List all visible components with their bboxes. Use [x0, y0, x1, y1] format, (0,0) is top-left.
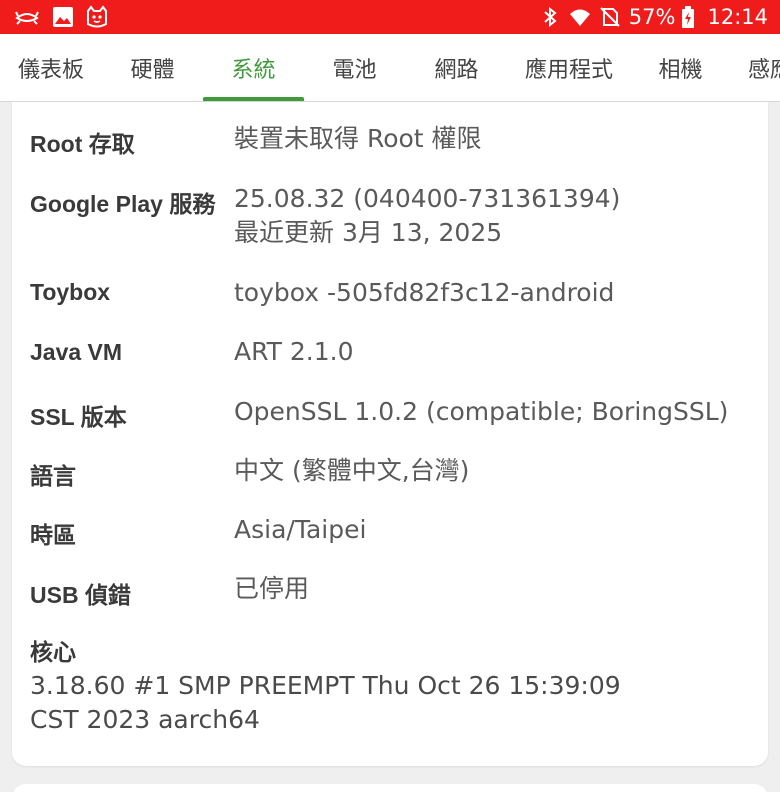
toybox-label: Toybox [30, 279, 111, 305]
tab-hardware[interactable]: 硬體 [102, 34, 203, 101]
cat-app-icon [87, 5, 107, 28]
language-value: 中文 (繁體中文,台灣) [234, 456, 470, 485]
clock: 12:14 [707, 5, 768, 29]
crab-app-icon [15, 11, 39, 25]
root-access-value: 裝置未取得 Root 權限 [234, 124, 482, 153]
java-vm-value: ART 2.1.0 [234, 337, 354, 366]
kernel-label: 核心 [30, 639, 76, 665]
tab-sensors[interactable]: 感應器 [748, 34, 780, 101]
play-services-version: 25.08.32 (040400-731361394) [234, 184, 621, 213]
bluetooth-icon [544, 6, 557, 28]
battery-charging-icon [682, 6, 695, 28]
tab-camera[interactable]: 相機 [630, 34, 731, 101]
language-label: 語言 [30, 463, 76, 489]
tab-bar: 儀表板 硬體 系統 電池 網路 應用程式 相機 感應器 [0, 34, 780, 102]
java-vm-label: Java VM [30, 339, 123, 365]
tab-network[interactable]: 網路 [405, 34, 508, 101]
active-tab-indicator [203, 97, 304, 101]
usb-debug-label: USB 偵錯 [30, 582, 131, 608]
tab-dashboard[interactable]: 儀表板 [0, 34, 102, 101]
kernel-value-line2: CST 2023 aarch64 [30, 705, 260, 734]
timezone-label: 時區 [30, 522, 76, 548]
play-services-updated: 最近更新 3月 13, 2025 [234, 218, 503, 247]
ssl-version-label: SSL 版本 [30, 404, 127, 430]
usb-debug-value: 已停用 [234, 574, 310, 603]
tab-system[interactable]: 系統 [203, 34, 304, 101]
tab-apps[interactable]: 應用程式 [508, 34, 630, 101]
timezone-value: Asia/Taipei [234, 515, 367, 544]
kernel-value-line1: 3.18.60 #1 SMP PREEMPT Thu Oct 26 15:39:… [30, 671, 621, 700]
gallery-icon [53, 7, 73, 27]
battery-percent: 57% [628, 5, 676, 29]
toybox-value: toybox -505fd82f3c12-android [234, 278, 615, 307]
play-services-label: Google Play 服務 [30, 191, 216, 217]
root-access-label: Root 存取 [30, 131, 135, 157]
wifi-icon [569, 9, 590, 26]
ssl-version-value: OpenSSL 1.0.2 (compatible; BoringSSL) [234, 397, 729, 426]
next-card [12, 784, 768, 792]
status-bar: 57% 12:14 [0, 0, 780, 34]
tab-battery[interactable]: 電池 [304, 34, 405, 101]
no-sim-icon [600, 7, 620, 27]
system-info-card: Root 存取 裝置未取得 Root 權限 Google Play 服務 25.… [12, 102, 768, 766]
